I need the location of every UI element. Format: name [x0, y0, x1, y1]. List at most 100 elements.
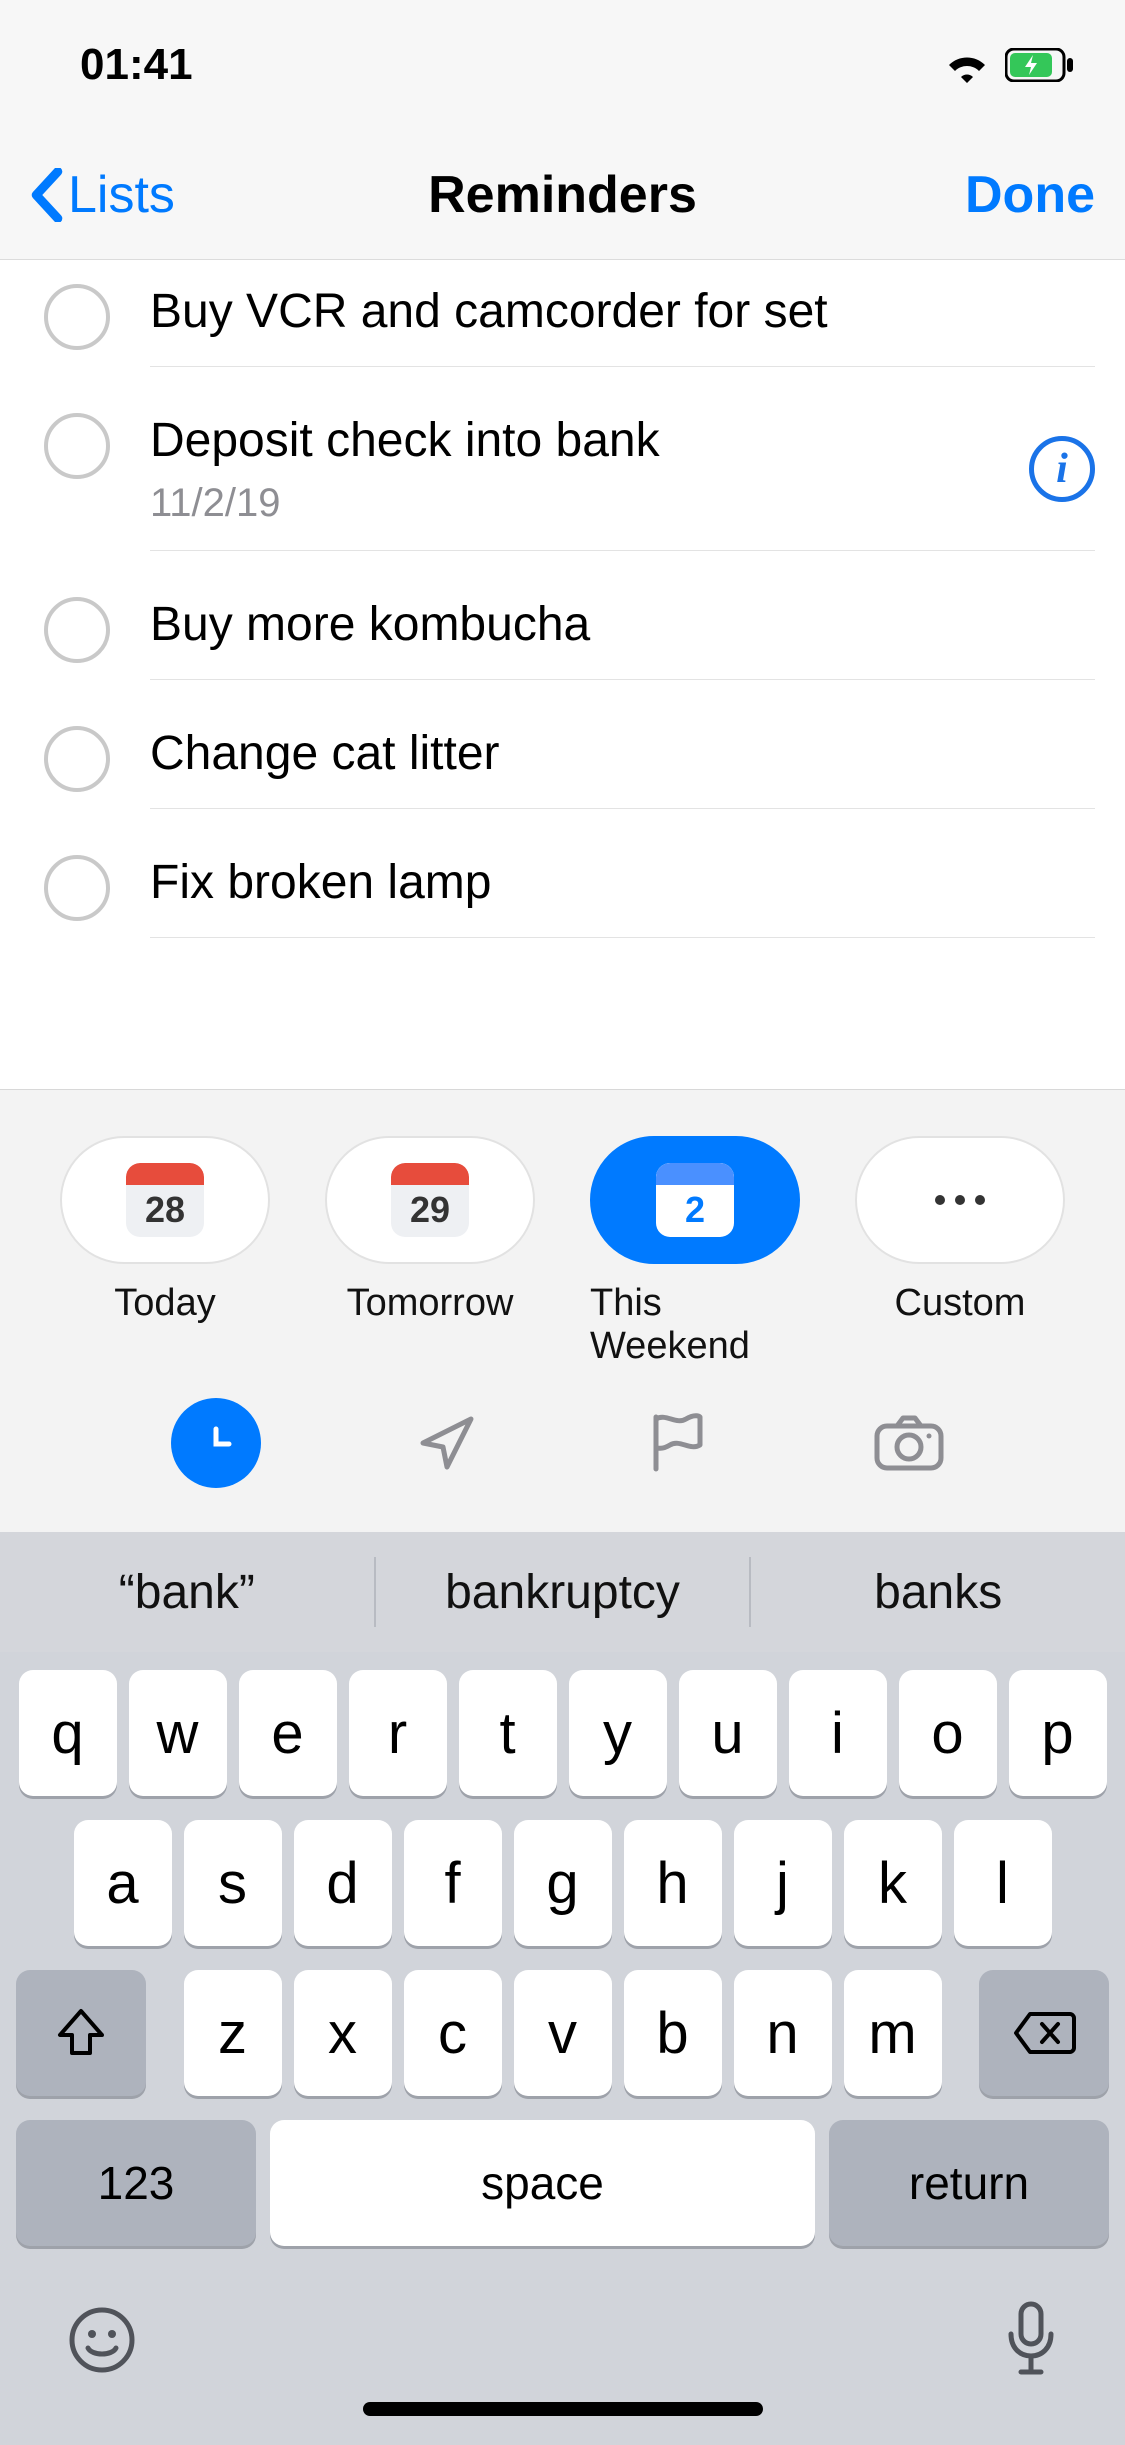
location-button[interactable]: [402, 1398, 492, 1488]
chip-custom[interactable]: [855, 1136, 1065, 1264]
suggestion-2[interactable]: banks: [751, 1565, 1125, 1620]
camera-icon: [873, 1414, 945, 1472]
suggestion-1[interactable]: bankruptcy: [376, 1565, 750, 1620]
key-g[interactable]: g: [514, 1820, 612, 1946]
suggestion-0[interactable]: “bank”: [0, 1565, 374, 1620]
key-m[interactable]: m: [844, 1970, 942, 2096]
nav-bar: Lists Reminders Done: [0, 130, 1125, 260]
reminder-title[interactable]: Deposit check into bank: [150, 411, 1009, 471]
key-d[interactable]: d: [294, 1820, 392, 1946]
backspace-icon: [1012, 2010, 1076, 2056]
chevron-left-icon: [30, 168, 64, 222]
key-h[interactable]: h: [624, 1820, 722, 1946]
reminder-row[interactable]: Buy more kombucha: [0, 573, 1125, 702]
chip-tomorrow-label: Tomorrow: [347, 1282, 514, 1325]
reminder-content: Buy VCR and camcorder for set: [150, 282, 1095, 367]
key-w[interactable]: w: [129, 1670, 227, 1796]
keyboard: “bank” bankruptcy banks qwertyuiop asdfg…: [0, 1532, 1125, 2445]
key-y[interactable]: y: [569, 1670, 667, 1796]
key-s[interactable]: s: [184, 1820, 282, 1946]
numbers-key[interactable]: 123: [16, 2120, 256, 2246]
chip-today-label: Today: [114, 1282, 215, 1325]
clock-icon: [190, 1417, 242, 1469]
key-j[interactable]: j: [734, 1820, 832, 1946]
calendar-icon: 29: [391, 1163, 469, 1237]
key-b[interactable]: b: [624, 1970, 722, 2096]
reminder-content: Change cat litter: [150, 724, 1095, 809]
key-e[interactable]: e: [239, 1670, 337, 1796]
back-button[interactable]: Lists: [30, 165, 175, 225]
chip-tomorrow-num: 29: [410, 1189, 450, 1237]
chip-tomorrow[interactable]: 29: [325, 1136, 535, 1264]
dictation-button[interactable]: [1003, 2300, 1059, 2385]
key-u[interactable]: u: [679, 1670, 777, 1796]
complete-circle[interactable]: [44, 413, 110, 479]
ellipsis-icon: [935, 1195, 985, 1205]
wifi-icon: [943, 46, 991, 84]
key-r[interactable]: r: [349, 1670, 447, 1796]
reminder-content: Buy more kombucha: [150, 595, 1095, 680]
battery-icon: [1005, 48, 1075, 82]
complete-circle[interactable]: [44, 855, 110, 921]
flag-button[interactable]: [633, 1398, 723, 1488]
shift-key[interactable]: [16, 1970, 146, 2096]
key-o[interactable]: o: [899, 1670, 997, 1796]
reminder-row[interactable]: Deposit check into bank 11/2/19 i: [0, 389, 1125, 573]
reminder-row[interactable]: Fix broken lamp: [0, 831, 1125, 960]
key-v[interactable]: v: [514, 1970, 612, 2096]
complete-circle[interactable]: [44, 597, 110, 663]
emoji-button[interactable]: [66, 2304, 138, 2381]
quick-date-bar: 28 Today 29 Tomorrow 2 This Weekend: [0, 1090, 1125, 1532]
key-a[interactable]: a: [74, 1820, 172, 1946]
emoji-icon: [66, 2304, 138, 2376]
reminder-title[interactable]: Change cat litter: [150, 724, 1095, 784]
keyboard-suggestions: “bank” bankruptcy banks: [0, 1532, 1125, 1652]
chip-this-weekend[interactable]: 2: [590, 1136, 800, 1264]
home-indicator[interactable]: [363, 2402, 763, 2416]
camera-button[interactable]: [864, 1398, 954, 1488]
key-x[interactable]: x: [294, 1970, 392, 2096]
reminders-list: Buy VCR and camcorder for set Deposit che…: [0, 260, 1125, 960]
reminder-title[interactable]: Buy VCR and camcorder for set: [150, 282, 1095, 342]
reminder-row[interactable]: Change cat litter: [0, 702, 1125, 831]
complete-circle[interactable]: [44, 284, 110, 350]
microphone-icon: [1003, 2300, 1059, 2380]
key-c[interactable]: c: [404, 1970, 502, 2096]
reminder-date: 11/2/19: [150, 481, 1009, 526]
back-label: Lists: [68, 165, 175, 225]
info-icon: i: [1056, 445, 1068, 493]
key-q[interactable]: q: [19, 1670, 117, 1796]
reminder-content: Deposit check into bank 11/2/19 i: [150, 411, 1095, 551]
list-bottom-gap: [0, 960, 1125, 1090]
flag-icon: [648, 1411, 708, 1475]
key-f[interactable]: f: [404, 1820, 502, 1946]
toolbar-row: [60, 1368, 1065, 1522]
chip-today[interactable]: 28: [60, 1136, 270, 1264]
complete-circle[interactable]: [44, 726, 110, 792]
location-icon: [415, 1411, 479, 1475]
done-button[interactable]: Done: [965, 165, 1095, 225]
chip-weekend-label: This Weekend: [590, 1282, 800, 1368]
info-button[interactable]: i: [1029, 436, 1095, 502]
reminder-title[interactable]: Buy more kombucha: [150, 595, 1095, 655]
chip-today-num: 28: [145, 1189, 185, 1237]
key-t[interactable]: t: [459, 1670, 557, 1796]
delete-key[interactable]: [979, 1970, 1109, 2096]
shift-icon: [56, 2007, 106, 2059]
status-time: 01:41: [80, 40, 193, 90]
key-k[interactable]: k: [844, 1820, 942, 1946]
return-key[interactable]: return: [829, 2120, 1109, 2246]
key-n[interactable]: n: [734, 1970, 832, 2096]
status-icons: [943, 46, 1075, 84]
time-button[interactable]: [171, 1398, 261, 1488]
key-z[interactable]: z: [184, 1970, 282, 2096]
key-i[interactable]: i: [789, 1670, 887, 1796]
key-p[interactable]: p: [1009, 1670, 1107, 1796]
status-bar: 01:41: [0, 0, 1125, 130]
calendar-icon: 28: [126, 1163, 204, 1237]
reminder-content: Fix broken lamp: [150, 853, 1095, 938]
reminder-title[interactable]: Fix broken lamp: [150, 853, 1095, 913]
reminder-row[interactable]: Buy VCR and camcorder for set: [0, 260, 1125, 389]
space-key[interactable]: space: [270, 2120, 815, 2246]
key-l[interactable]: l: [954, 1820, 1052, 1946]
